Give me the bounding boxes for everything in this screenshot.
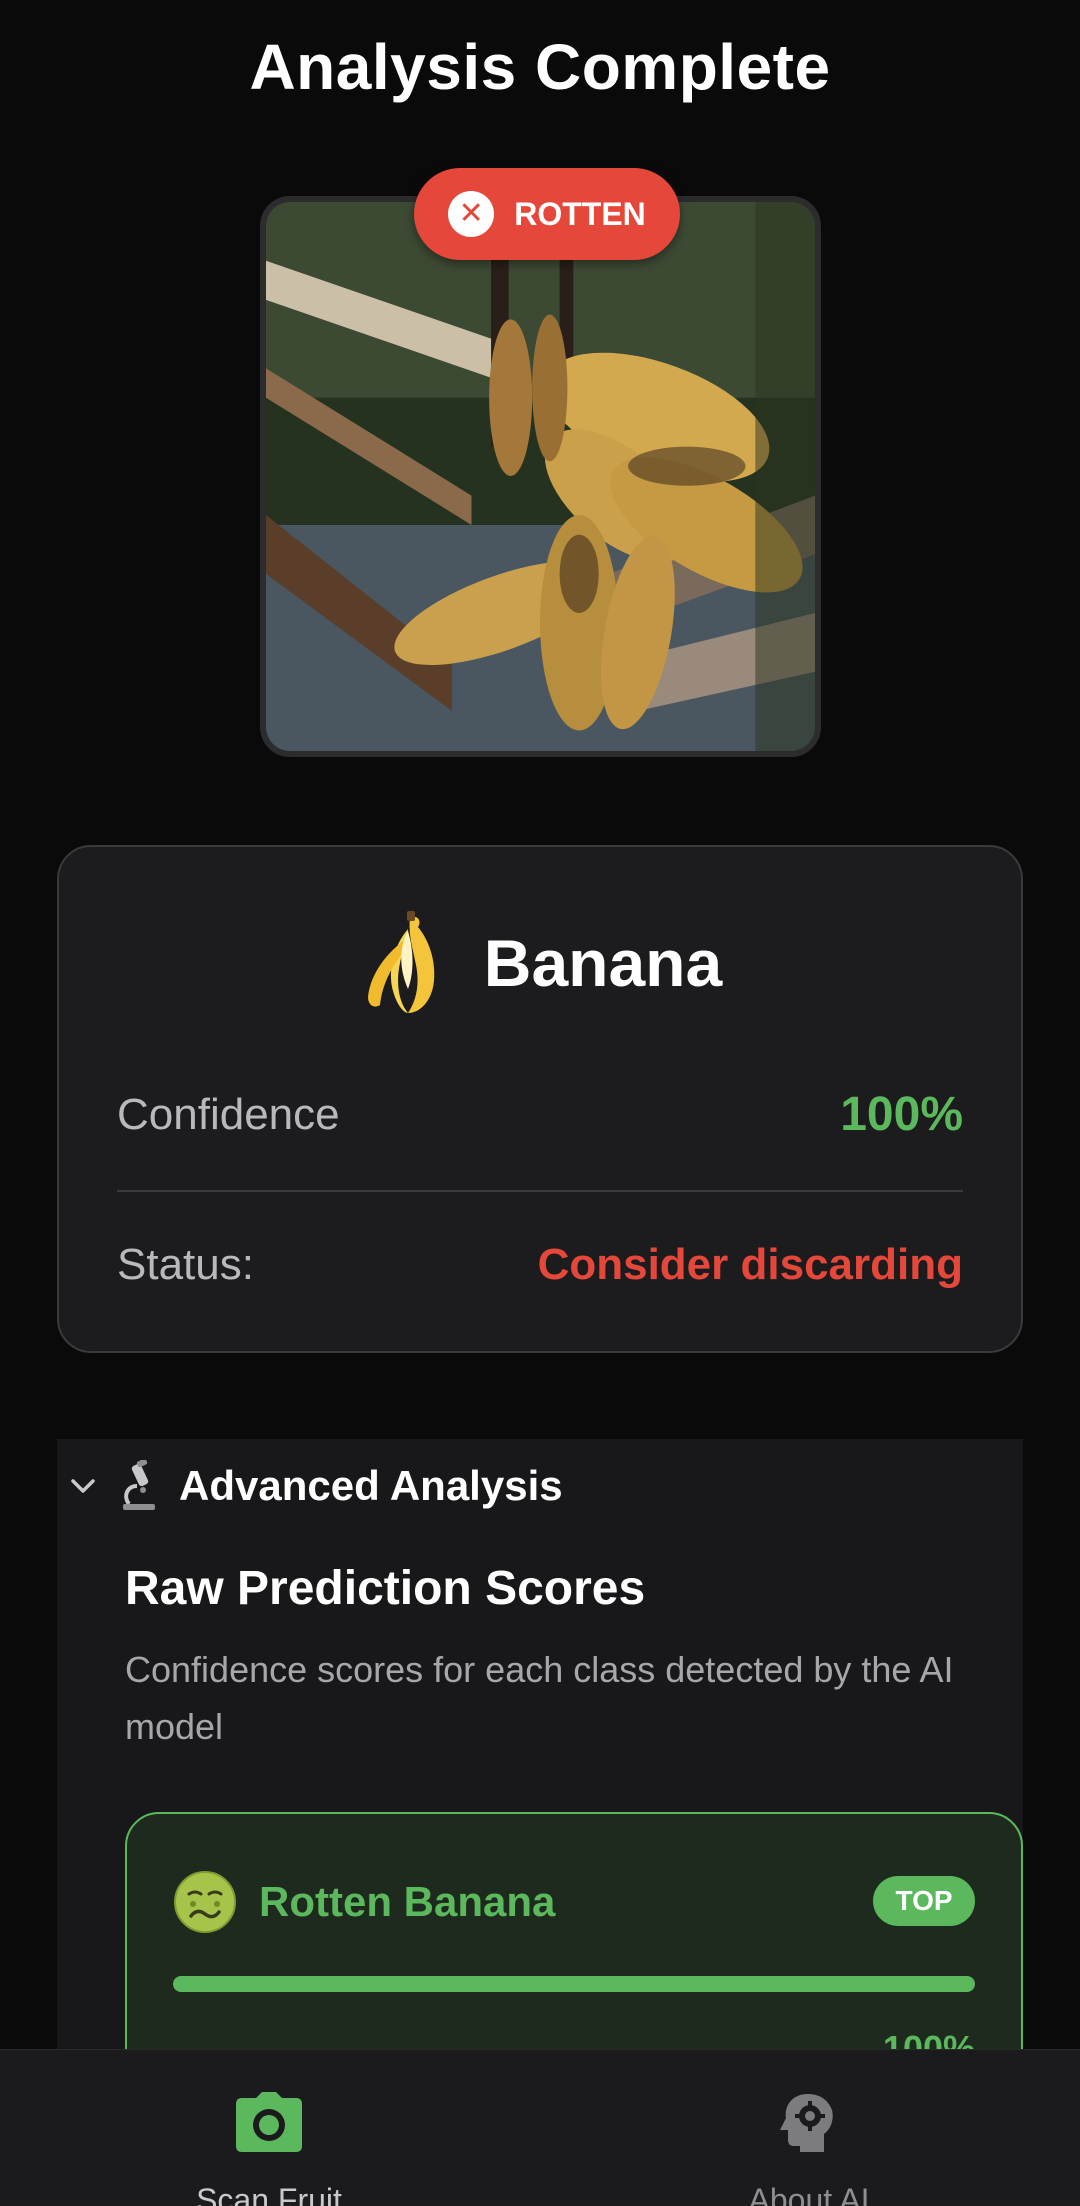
score-bar bbox=[173, 1976, 975, 1992]
divider bbox=[117, 1190, 963, 1192]
advanced-analysis-toggle[interactable]: Advanced Analysis bbox=[67, 1451, 563, 1521]
close-circle-icon: ✕ bbox=[448, 191, 495, 237]
confidence-label: Confidence bbox=[117, 1089, 340, 1139]
status-value: Consider discarding bbox=[537, 1240, 963, 1289]
rotten-status-badge: ✕ ROTTEN bbox=[414, 168, 680, 260]
fruit-row: Banana bbox=[59, 909, 1021, 1017]
confidence-row: Confidence 100% bbox=[117, 1087, 963, 1142]
camera-icon bbox=[236, 2092, 302, 2152]
confidence-value: 100% bbox=[840, 1088, 963, 1141]
score-header: Rotten Banana bbox=[173, 1870, 555, 1934]
top-badge: TOP bbox=[873, 1876, 975, 1926]
banana-emoji bbox=[367, 911, 435, 1013]
status-label: Status: bbox=[117, 1240, 254, 1289]
result-card: Banana Confidence 100% Status: Consider … bbox=[57, 845, 1023, 1353]
score-bar-fill bbox=[173, 1976, 975, 1992]
advanced-analysis-label: Advanced Analysis bbox=[179, 1462, 563, 1509]
section-title: Raw Prediction Scores bbox=[125, 1562, 646, 1615]
sick-face-emoji bbox=[174, 1871, 236, 1933]
advanced-analysis-panel: Advanced Analysis Raw Prediction Scores … bbox=[57, 1439, 1023, 2112]
chevron-down-icon bbox=[71, 1479, 95, 1493]
microscope-icon bbox=[123, 1460, 155, 1510]
status-row: Status: Consider discarding bbox=[117, 1240, 963, 1290]
analysis-screen: Analysis Complete ✕ ROTTEN Banana Confid… bbox=[0, 0, 1080, 2206]
score-class-name: Rotten Banana bbox=[259, 1878, 556, 1925]
page-title: Analysis Complete bbox=[249, 31, 831, 103]
section-description: Confidence scores for each class detecte… bbox=[125, 1649, 954, 1747]
nav-label-about-ai: About AI bbox=[748, 2182, 870, 2206]
nav-item-scan-fruit[interactable]: Scan Fruit bbox=[119, 2090, 419, 2206]
badge-label: ROTTEN bbox=[514, 195, 646, 232]
nav-item-about-ai[interactable]: About AI bbox=[659, 2090, 959, 2206]
bottom-nav: Scan Fruit About AI bbox=[0, 2049, 1080, 2206]
fruit-name: Banana bbox=[483, 926, 723, 1000]
fruit-photo bbox=[260, 196, 821, 757]
ai-head-icon bbox=[780, 2094, 833, 2152]
nav-label-scan-fruit: Scan Fruit bbox=[196, 2182, 342, 2206]
